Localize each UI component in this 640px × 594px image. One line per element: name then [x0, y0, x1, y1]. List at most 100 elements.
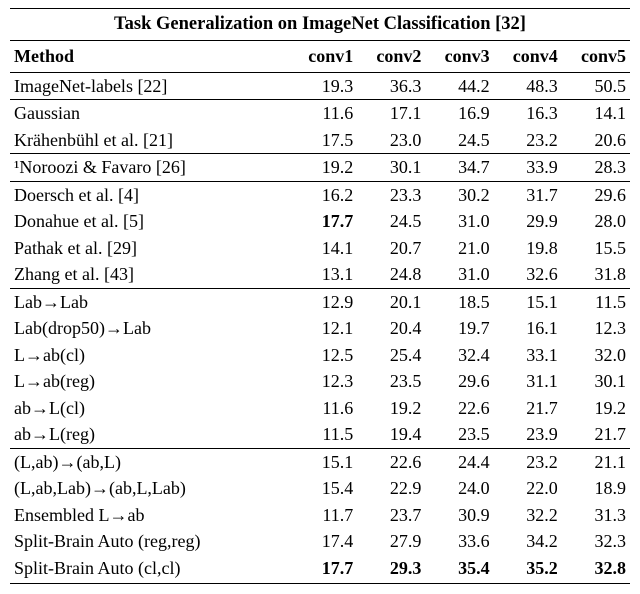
value-cell: 24.0	[425, 475, 493, 502]
method-cell: Gaussian	[10, 100, 289, 127]
value-cell: 50.5	[562, 72, 630, 100]
value-cell: 19.2	[562, 395, 630, 422]
method-cell: ab→L(reg)	[10, 421, 289, 448]
value-cell: 30.1	[562, 368, 630, 395]
value-cell: 19.3	[289, 72, 357, 100]
table-row: (L,ab,Lab)→(ab,L,Lab)15.422.924.022.018.…	[10, 475, 630, 502]
method-cell: Pathak et al. [29]	[10, 235, 289, 262]
value-cell: 20.6	[562, 127, 630, 154]
value-cell: 20.1	[357, 288, 425, 315]
method-cell: (L,ab)→(ab,L)	[10, 448, 289, 475]
value-cell: 31.7	[494, 181, 562, 208]
value-cell: 30.1	[357, 154, 425, 182]
table-row: Lab(drop50)→Lab12.120.419.716.112.3	[10, 315, 630, 342]
value-cell: 22.6	[425, 395, 493, 422]
method-cell: Split-Brain Auto (reg,reg)	[10, 528, 289, 555]
value-cell: 17.7	[289, 208, 357, 235]
table-row: Split-Brain Auto (cl,cl)17.729.335.435.2…	[10, 555, 630, 584]
table-row: Gaussian11.617.116.916.314.1	[10, 100, 630, 127]
col-header-conv5: conv5	[562, 41, 630, 73]
table-row: ImageNet-labels [22]19.336.344.248.350.5	[10, 72, 630, 100]
value-cell: 15.1	[289, 448, 357, 475]
value-cell: 23.2	[494, 127, 562, 154]
value-cell: 11.5	[562, 288, 630, 315]
value-cell: 31.1	[494, 368, 562, 395]
value-cell: 12.3	[289, 368, 357, 395]
table-row: ab→L(cl)11.619.222.621.719.2	[10, 395, 630, 422]
method-cell: (L,ab,Lab)→(ab,L,Lab)	[10, 475, 289, 502]
value-cell: 21.0	[425, 235, 493, 262]
col-header-conv3: conv3	[425, 41, 493, 73]
method-cell: Krähenbühl et al. [21]	[10, 127, 289, 154]
method-cell: Lab(drop50)→Lab	[10, 315, 289, 342]
col-header-conv2: conv2	[357, 41, 425, 73]
value-cell: 35.2	[494, 555, 562, 584]
value-cell: 28.0	[562, 208, 630, 235]
table-row: L→ab(cl)12.525.432.433.132.0	[10, 342, 630, 369]
value-cell: 13.1	[289, 261, 357, 288]
value-cell: 23.3	[357, 181, 425, 208]
table-title: Task Generalization on ImageNet Classifi…	[10, 9, 630, 41]
table-row: Krähenbühl et al. [21]17.523.024.523.220…	[10, 127, 630, 154]
value-cell: 19.7	[425, 315, 493, 342]
table-row: ab→L(reg)11.519.423.523.921.7	[10, 421, 630, 448]
value-cell: 32.0	[562, 342, 630, 369]
value-cell: 11.5	[289, 421, 357, 448]
value-cell: 32.6	[494, 261, 562, 288]
value-cell: 19.2	[357, 395, 425, 422]
value-cell: 29.6	[562, 181, 630, 208]
table-row: Zhang et al. [43]13.124.831.032.631.8	[10, 261, 630, 288]
value-cell: 31.3	[562, 502, 630, 529]
method-cell: ab→L(cl)	[10, 395, 289, 422]
value-cell: 20.4	[357, 315, 425, 342]
value-cell: 11.6	[289, 100, 357, 127]
table-row: Doersch et al. [4]16.223.330.231.729.6	[10, 181, 630, 208]
value-cell: 29.3	[357, 555, 425, 584]
col-header-method: Method	[10, 41, 289, 73]
value-cell: 24.5	[357, 208, 425, 235]
value-cell: 33.9	[494, 154, 562, 182]
value-cell: 23.5	[425, 421, 493, 448]
table-row: L→ab(reg)12.323.529.631.130.1	[10, 368, 630, 395]
method-cell: L→ab(cl)	[10, 342, 289, 369]
value-cell: 23.5	[357, 368, 425, 395]
method-cell: L→ab(reg)	[10, 368, 289, 395]
value-cell: 11.6	[289, 395, 357, 422]
value-cell: 17.7	[289, 555, 357, 584]
value-cell: 32.3	[562, 528, 630, 555]
value-cell: 27.9	[357, 528, 425, 555]
value-cell: 33.1	[494, 342, 562, 369]
method-cell: Doersch et al. [4]	[10, 181, 289, 208]
value-cell: 15.1	[494, 288, 562, 315]
col-header-conv1: conv1	[289, 41, 357, 73]
value-cell: 32.4	[425, 342, 493, 369]
value-cell: 35.4	[425, 555, 493, 584]
results-table: Task Generalization on ImageNet Classifi…	[10, 8, 630, 584]
value-cell: 23.0	[357, 127, 425, 154]
value-cell: 48.3	[494, 72, 562, 100]
value-cell: 16.3	[494, 100, 562, 127]
method-cell: Donahue et al. [5]	[10, 208, 289, 235]
value-cell: 19.2	[289, 154, 357, 182]
method-cell: ¹Noroozi & Favaro [26]	[10, 154, 289, 182]
value-cell: 25.4	[357, 342, 425, 369]
value-cell: 34.2	[494, 528, 562, 555]
value-cell: 28.3	[562, 154, 630, 182]
value-cell: 24.5	[425, 127, 493, 154]
value-cell: 14.1	[289, 235, 357, 262]
method-cell: Ensembled L→ab	[10, 502, 289, 529]
value-cell: 19.4	[357, 421, 425, 448]
value-cell: 14.1	[562, 100, 630, 127]
value-cell: 23.7	[357, 502, 425, 529]
value-cell: 18.9	[562, 475, 630, 502]
value-cell: 21.7	[562, 421, 630, 448]
value-cell: 31.8	[562, 261, 630, 288]
value-cell: 31.0	[425, 208, 493, 235]
value-cell: 18.5	[425, 288, 493, 315]
value-cell: 19.8	[494, 235, 562, 262]
value-cell: 22.0	[494, 475, 562, 502]
value-cell: 29.6	[425, 368, 493, 395]
value-cell: 36.3	[357, 72, 425, 100]
value-cell: 15.5	[562, 235, 630, 262]
value-cell: 32.2	[494, 502, 562, 529]
